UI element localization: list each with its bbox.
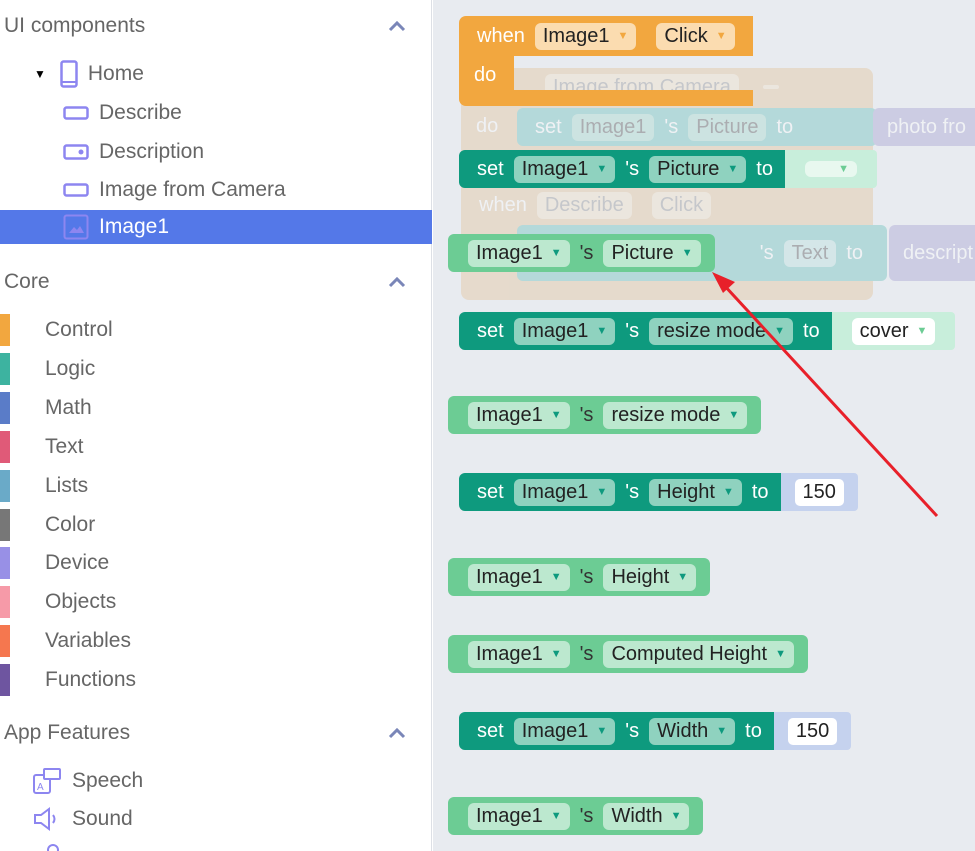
button-icon xyxy=(63,183,89,197)
section-app-features[interactable]: App Features xyxy=(4,721,130,745)
category-color[interactable]: Color xyxy=(0,507,420,543)
section-core[interactable]: Core xyxy=(4,270,50,294)
sound-icon xyxy=(34,807,56,831)
category-color-swatch xyxy=(0,469,10,502)
blocks-workspace[interactable]: Image from Camera do set Image1's Picture t… xyxy=(433,0,975,851)
category-color-swatch xyxy=(0,314,10,346)
category-functions[interactable]: Functions xyxy=(0,662,420,698)
textbox-icon xyxy=(63,144,89,160)
category-color-swatch xyxy=(0,586,10,619)
storage-icon xyxy=(47,844,59,851)
category-logic[interactable]: Logic xyxy=(0,351,420,387)
sidebar: UI components ▼ Home Describe Descriptio… xyxy=(0,0,432,851)
tree-item-image-from-camera[interactable]: Image from Camera xyxy=(63,172,286,208)
annotation-arrow xyxy=(712,272,939,518)
category-color-swatch xyxy=(0,508,10,541)
category-control[interactable]: Control xyxy=(0,312,420,348)
category-color-swatch xyxy=(0,547,10,580)
tree-item-describe[interactable]: Describe xyxy=(63,95,182,131)
tree-item-description[interactable]: Description xyxy=(63,134,204,170)
category-color-swatch xyxy=(0,430,10,463)
category-objects[interactable]: Objects xyxy=(0,584,420,620)
phone-icon xyxy=(60,60,78,88)
category-text[interactable]: Text xyxy=(0,429,420,465)
feature-speech[interactable]: A Speech xyxy=(32,763,143,799)
category-color-swatch xyxy=(0,352,10,385)
category-device[interactable]: Device xyxy=(0,545,420,581)
section-ui-components[interactable]: UI components xyxy=(4,14,145,38)
expand-triangle-icon[interactable]: ▼ xyxy=(34,67,46,81)
chevron-up-icon[interactable] xyxy=(388,20,406,32)
feature-sound[interactable]: Sound xyxy=(32,801,133,837)
category-color-swatch xyxy=(0,625,10,658)
speech-icon: A xyxy=(33,768,61,794)
category-variables[interactable]: Variables xyxy=(0,623,420,659)
button-icon xyxy=(63,106,89,120)
tree-item-home[interactable]: ▼ Home xyxy=(34,56,144,92)
tree-item-image1[interactable]: Image1 xyxy=(0,210,432,244)
category-math[interactable]: Math xyxy=(0,390,420,426)
chevron-up-icon[interactable] xyxy=(388,276,406,288)
image-icon xyxy=(63,214,89,240)
category-lists[interactable]: Lists xyxy=(0,468,420,504)
chevron-up-icon[interactable] xyxy=(388,727,406,739)
svg-text:A: A xyxy=(37,782,44,793)
category-color-swatch xyxy=(0,664,10,697)
category-color-swatch xyxy=(0,391,10,424)
